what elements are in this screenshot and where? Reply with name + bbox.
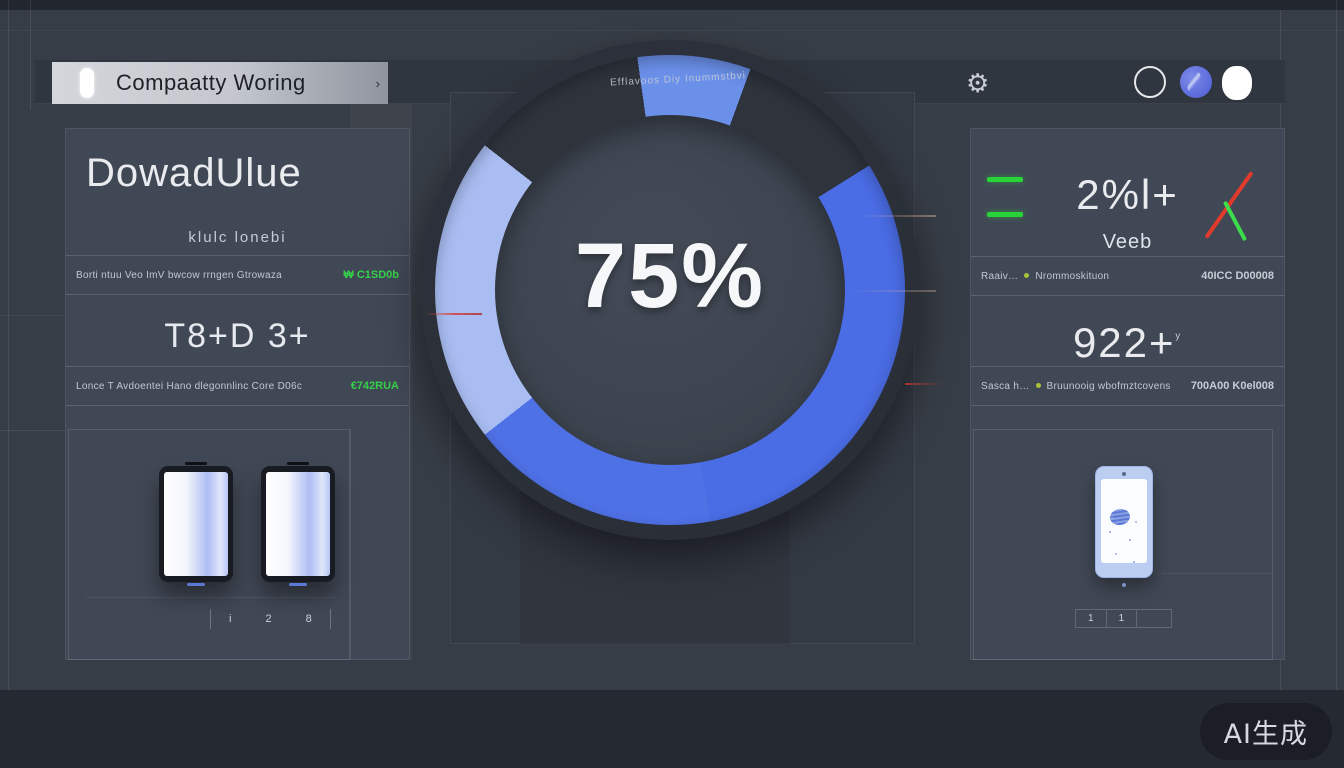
grid-line <box>0 430 65 431</box>
left-stats-panel: DowadUlue klulc lonebi Borti ntuu Veo Im… <box>65 128 410 660</box>
tablet-mockup-1[interactable] <box>159 466 233 582</box>
right-stats-panel: 2%l+ Veeb Raaiv… Nrommoskituon 40ICC D00… <box>970 128 1285 660</box>
grid-line <box>0 30 1344 31</box>
chevron-right-icon[interactable]: › <box>376 76 380 91</box>
settings-icon[interactable]: ⚙ <box>966 68 989 99</box>
tablet-mockup-2[interactable] <box>261 466 335 582</box>
stat-row[interactable]: Borti ntuu Veo ImV bwcow rrngen Gtrowaza… <box>66 255 409 295</box>
tablet-screen <box>266 472 330 576</box>
stat-value-2: 922+ʸ <box>971 319 1284 367</box>
app-background: Compaatty Woring › Efflavoos Diy Inummst… <box>0 0 1344 768</box>
stat-row-value: €742RUA <box>351 380 399 392</box>
phone-mockup[interactable] <box>1095 466 1153 578</box>
page-item-empty[interactable] <box>1137 611 1171 627</box>
superscript-mark: ʸ <box>1176 329 1183 345</box>
left-pagination[interactable]: i 2 8 <box>210 609 331 629</box>
panel-divider <box>350 429 351 660</box>
gauge-center: 75% <box>495 115 845 465</box>
left-panel-heading: DowadUlue <box>86 151 302 196</box>
grid-line <box>1336 0 1337 768</box>
stat-row[interactable]: Lonce T Avdoentei Hano dlegonnlinc Core … <box>66 366 409 406</box>
grid-line <box>30 0 31 110</box>
bottom-bar <box>0 690 1344 768</box>
right-pagination[interactable]: 1 1 <box>1075 609 1172 628</box>
stat-row-value: 700A00 K0el008 <box>1191 380 1274 392</box>
stat-row[interactable]: Raaiv… Nrommoskituon 40ICC D00008 <box>971 256 1284 296</box>
dot-icon <box>1024 273 1029 278</box>
tablet-notch <box>185 462 207 465</box>
page-item[interactable]: 1 <box>1076 610 1107 627</box>
avatar-highlight <box>1186 70 1201 94</box>
stat-row-label: Sasca h… <box>981 381 1030 392</box>
page-item[interactable]: 2 <box>265 613 271 625</box>
stat-row-value: ₩ C1SD0b <box>343 269 399 281</box>
stat-row-sublabel: Bruunooig wbofmztcovens <box>1047 381 1171 392</box>
profile-avatar[interactable] <box>1222 66 1252 100</box>
grid-line <box>0 315 65 316</box>
tablet-homebar <box>289 583 307 586</box>
stat-row[interactable]: Sasca h… Bruunooig wbofmztcovens 700A00 … <box>971 366 1284 406</box>
progress-percent: 75% <box>575 224 765 329</box>
shelf-line <box>86 597 336 598</box>
title-bar: Compaatty Woring › <box>52 62 388 104</box>
tablet-homebar <box>187 583 205 586</box>
page-title: Compaatty Woring <box>116 70 306 96</box>
stat-value-1: 2%l+ <box>971 171 1284 219</box>
stat-row-value: 40ICC D00008 <box>1201 270 1274 282</box>
left-panel-subheading: klulc lonebi <box>66 229 409 246</box>
phone-camera <box>1122 472 1126 476</box>
stat-label-1: Veeb <box>971 231 1284 254</box>
stat-row-sublabel: Nrommoskituon <box>1035 271 1109 282</box>
stat-row-label: Borti ntuu Veo ImV bwcow rrngen Gtrowaza <box>76 270 282 281</box>
ai-watermark-badge: AI生成 <box>1200 703 1332 760</box>
dot-icon <box>1036 383 1041 388</box>
phone-screen <box>1101 479 1147 563</box>
tablet-notch <box>287 462 309 465</box>
shelf-line <box>1161 573 1273 574</box>
grid-line <box>8 0 9 768</box>
left-section-title: T8+D 3+ <box>66 317 409 356</box>
top-dark-strip <box>0 0 1344 10</box>
watermark-text: AI生成 <box>1224 719 1308 750</box>
page-item[interactable]: i <box>229 613 231 625</box>
page-item[interactable]: 1 <box>1107 610 1138 627</box>
tablet-screen <box>164 472 228 576</box>
stat-row-label: Raaiv… <box>981 271 1018 282</box>
page-item[interactable]: 8 <box>306 613 312 625</box>
globe-icon <box>1109 508 1131 527</box>
screen-speckles <box>1109 531 1111 533</box>
phone-home-button <box>1122 583 1126 587</box>
stat-row-label: Lonce T Avdoentei Hano dlegonnlinc Core … <box>76 381 302 392</box>
circle-outline-button[interactable] <box>1134 66 1166 98</box>
user-avatar[interactable] <box>1180 66 1212 98</box>
window-pill-icon <box>80 68 94 98</box>
